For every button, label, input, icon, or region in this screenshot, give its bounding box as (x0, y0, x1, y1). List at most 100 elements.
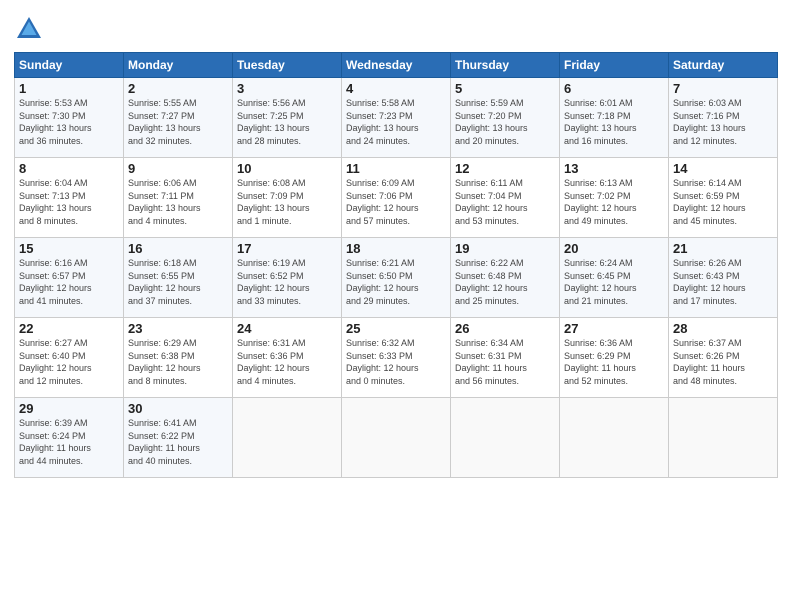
day-cell-17: 17Sunrise: 6:19 AM Sunset: 6:52 PM Dayli… (233, 238, 342, 318)
day-info: Sunrise: 6:04 AM Sunset: 7:13 PM Dayligh… (19, 177, 119, 227)
calendar-header: SundayMondayTuesdayWednesdayThursdayFrid… (15, 53, 778, 78)
day-cell-25: 25Sunrise: 6:32 AM Sunset: 6:33 PM Dayli… (342, 318, 451, 398)
day-info: Sunrise: 5:58 AM Sunset: 7:23 PM Dayligh… (346, 97, 446, 147)
day-info: Sunrise: 6:14 AM Sunset: 6:59 PM Dayligh… (673, 177, 773, 227)
day-info: Sunrise: 6:22 AM Sunset: 6:48 PM Dayligh… (455, 257, 555, 307)
day-number: 4 (346, 81, 446, 96)
day-info: Sunrise: 6:09 AM Sunset: 7:06 PM Dayligh… (346, 177, 446, 227)
day-number: 2 (128, 81, 228, 96)
page: SundayMondayTuesdayWednesdayThursdayFrid… (0, 0, 792, 488)
day-number: 22 (19, 321, 119, 336)
day-cell-13: 13Sunrise: 6:13 AM Sunset: 7:02 PM Dayli… (560, 158, 669, 238)
day-number: 3 (237, 81, 337, 96)
day-cell-2: 2Sunrise: 5:55 AM Sunset: 7:27 PM Daylig… (124, 78, 233, 158)
day-cell-empty (669, 398, 778, 478)
week-row-0: 1Sunrise: 5:53 AM Sunset: 7:30 PM Daylig… (15, 78, 778, 158)
header-cell-saturday: Saturday (669, 53, 778, 78)
day-number: 15 (19, 241, 119, 256)
day-number: 27 (564, 321, 664, 336)
day-cell-4: 4Sunrise: 5:58 AM Sunset: 7:23 PM Daylig… (342, 78, 451, 158)
week-row-2: 15Sunrise: 6:16 AM Sunset: 6:57 PM Dayli… (15, 238, 778, 318)
header (14, 10, 778, 44)
day-number: 10 (237, 161, 337, 176)
day-number: 11 (346, 161, 446, 176)
day-info: Sunrise: 6:18 AM Sunset: 6:55 PM Dayligh… (128, 257, 228, 307)
day-info: Sunrise: 6:06 AM Sunset: 7:11 PM Dayligh… (128, 177, 228, 227)
day-cell-24: 24Sunrise: 6:31 AM Sunset: 6:36 PM Dayli… (233, 318, 342, 398)
week-row-1: 8Sunrise: 6:04 AM Sunset: 7:13 PM Daylig… (15, 158, 778, 238)
day-info: Sunrise: 6:13 AM Sunset: 7:02 PM Dayligh… (564, 177, 664, 227)
day-cell-10: 10Sunrise: 6:08 AM Sunset: 7:09 PM Dayli… (233, 158, 342, 238)
header-row: SundayMondayTuesdayWednesdayThursdayFrid… (15, 53, 778, 78)
day-info: Sunrise: 5:53 AM Sunset: 7:30 PM Dayligh… (19, 97, 119, 147)
day-cell-9: 9Sunrise: 6:06 AM Sunset: 7:11 PM Daylig… (124, 158, 233, 238)
day-number: 12 (455, 161, 555, 176)
day-number: 18 (346, 241, 446, 256)
logo (14, 14, 46, 44)
day-info: Sunrise: 6:26 AM Sunset: 6:43 PM Dayligh… (673, 257, 773, 307)
day-cell-empty (451, 398, 560, 478)
day-cell-23: 23Sunrise: 6:29 AM Sunset: 6:38 PM Dayli… (124, 318, 233, 398)
day-cell-21: 21Sunrise: 6:26 AM Sunset: 6:43 PM Dayli… (669, 238, 778, 318)
day-info: Sunrise: 6:19 AM Sunset: 6:52 PM Dayligh… (237, 257, 337, 307)
day-cell-7: 7Sunrise: 6:03 AM Sunset: 7:16 PM Daylig… (669, 78, 778, 158)
day-info: Sunrise: 6:01 AM Sunset: 7:18 PM Dayligh… (564, 97, 664, 147)
day-info: Sunrise: 6:11 AM Sunset: 7:04 PM Dayligh… (455, 177, 555, 227)
day-info: Sunrise: 6:32 AM Sunset: 6:33 PM Dayligh… (346, 337, 446, 387)
day-info: Sunrise: 6:34 AM Sunset: 6:31 PM Dayligh… (455, 337, 555, 387)
day-number: 16 (128, 241, 228, 256)
day-number: 20 (564, 241, 664, 256)
day-info: Sunrise: 6:27 AM Sunset: 6:40 PM Dayligh… (19, 337, 119, 387)
week-row-4: 29Sunrise: 6:39 AM Sunset: 6:24 PM Dayli… (15, 398, 778, 478)
header-cell-thursday: Thursday (451, 53, 560, 78)
day-cell-3: 3Sunrise: 5:56 AM Sunset: 7:25 PM Daylig… (233, 78, 342, 158)
day-number: 1 (19, 81, 119, 96)
day-cell-28: 28Sunrise: 6:37 AM Sunset: 6:26 PM Dayli… (669, 318, 778, 398)
day-info: Sunrise: 6:41 AM Sunset: 6:22 PM Dayligh… (128, 417, 228, 467)
day-info: Sunrise: 6:29 AM Sunset: 6:38 PM Dayligh… (128, 337, 228, 387)
day-number: 25 (346, 321, 446, 336)
day-number: 8 (19, 161, 119, 176)
day-info: Sunrise: 6:37 AM Sunset: 6:26 PM Dayligh… (673, 337, 773, 387)
day-cell-18: 18Sunrise: 6:21 AM Sunset: 6:50 PM Dayli… (342, 238, 451, 318)
header-cell-friday: Friday (560, 53, 669, 78)
day-cell-19: 19Sunrise: 6:22 AM Sunset: 6:48 PM Dayli… (451, 238, 560, 318)
day-number: 13 (564, 161, 664, 176)
day-cell-empty (560, 398, 669, 478)
day-cell-12: 12Sunrise: 6:11 AM Sunset: 7:04 PM Dayli… (451, 158, 560, 238)
day-cell-5: 5Sunrise: 5:59 AM Sunset: 7:20 PM Daylig… (451, 78, 560, 158)
day-number: 29 (19, 401, 119, 416)
day-cell-empty (342, 398, 451, 478)
day-number: 21 (673, 241, 773, 256)
header-cell-tuesday: Tuesday (233, 53, 342, 78)
day-info: Sunrise: 6:08 AM Sunset: 7:09 PM Dayligh… (237, 177, 337, 227)
day-cell-8: 8Sunrise: 6:04 AM Sunset: 7:13 PM Daylig… (15, 158, 124, 238)
day-info: Sunrise: 6:21 AM Sunset: 6:50 PM Dayligh… (346, 257, 446, 307)
day-cell-15: 15Sunrise: 6:16 AM Sunset: 6:57 PM Dayli… (15, 238, 124, 318)
day-cell-14: 14Sunrise: 6:14 AM Sunset: 6:59 PM Dayli… (669, 158, 778, 238)
day-number: 6 (564, 81, 664, 96)
day-info: Sunrise: 5:55 AM Sunset: 7:27 PM Dayligh… (128, 97, 228, 147)
day-info: Sunrise: 5:59 AM Sunset: 7:20 PM Dayligh… (455, 97, 555, 147)
logo-icon (14, 14, 44, 44)
calendar-body: 1Sunrise: 5:53 AM Sunset: 7:30 PM Daylig… (15, 78, 778, 478)
day-cell-29: 29Sunrise: 6:39 AM Sunset: 6:24 PM Dayli… (15, 398, 124, 478)
day-info: Sunrise: 6:31 AM Sunset: 6:36 PM Dayligh… (237, 337, 337, 387)
day-info: Sunrise: 6:16 AM Sunset: 6:57 PM Dayligh… (19, 257, 119, 307)
day-cell-11: 11Sunrise: 6:09 AM Sunset: 7:06 PM Dayli… (342, 158, 451, 238)
day-cell-22: 22Sunrise: 6:27 AM Sunset: 6:40 PM Dayli… (15, 318, 124, 398)
week-row-3: 22Sunrise: 6:27 AM Sunset: 6:40 PM Dayli… (15, 318, 778, 398)
day-number: 24 (237, 321, 337, 336)
day-cell-27: 27Sunrise: 6:36 AM Sunset: 6:29 PM Dayli… (560, 318, 669, 398)
day-number: 19 (455, 241, 555, 256)
header-cell-wednesday: Wednesday (342, 53, 451, 78)
day-cell-6: 6Sunrise: 6:01 AM Sunset: 7:18 PM Daylig… (560, 78, 669, 158)
day-cell-20: 20Sunrise: 6:24 AM Sunset: 6:45 PM Dayli… (560, 238, 669, 318)
calendar-table: SundayMondayTuesdayWednesdayThursdayFrid… (14, 52, 778, 478)
day-info: Sunrise: 6:24 AM Sunset: 6:45 PM Dayligh… (564, 257, 664, 307)
day-number: 14 (673, 161, 773, 176)
header-cell-sunday: Sunday (15, 53, 124, 78)
day-cell-30: 30Sunrise: 6:41 AM Sunset: 6:22 PM Dayli… (124, 398, 233, 478)
day-number: 26 (455, 321, 555, 336)
day-cell-1: 1Sunrise: 5:53 AM Sunset: 7:30 PM Daylig… (15, 78, 124, 158)
